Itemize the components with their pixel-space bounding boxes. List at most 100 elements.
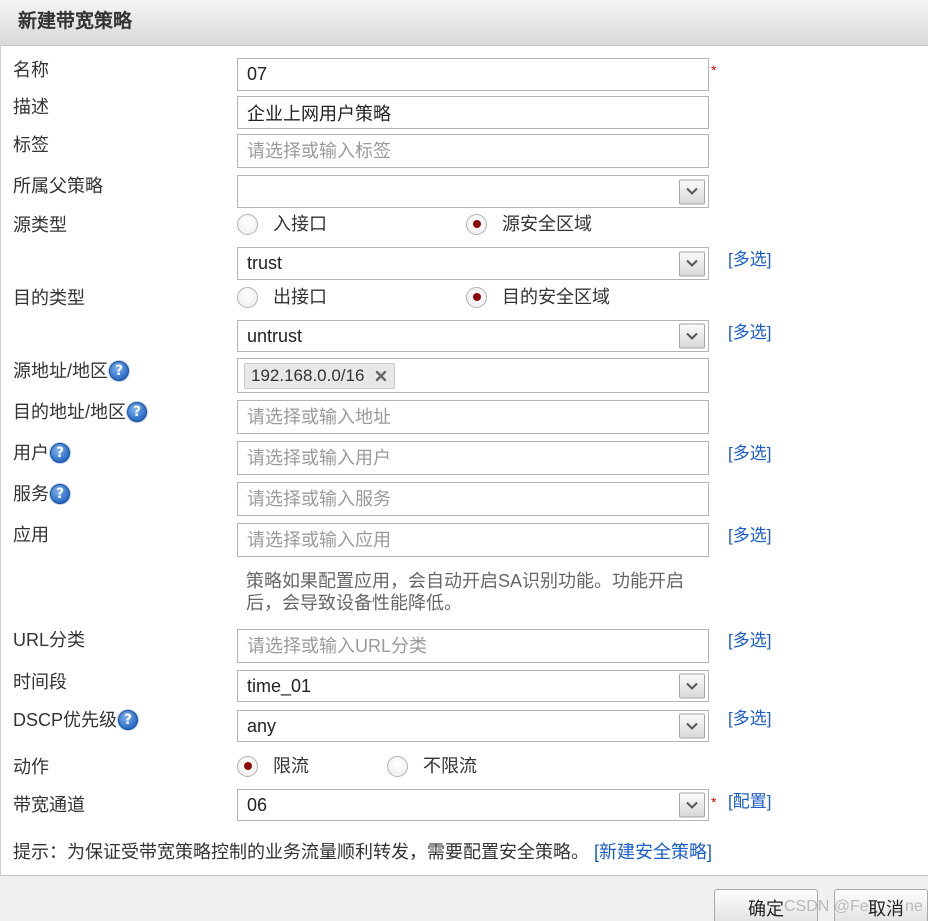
label-dscp: DSCP优先级 <box>13 709 139 731</box>
label-schedule: 时间段 <box>13 671 67 693</box>
radio-label: 目的安全区域 <box>502 287 610 307</box>
label-text: DSCP优先级 <box>13 710 118 730</box>
dest-address-input[interactable] <box>237 400 709 434</box>
label-tags: 标签 <box>13 134 49 156</box>
select-value: time_01 <box>247 675 312 696</box>
parent-policy-select[interactable] <box>237 175 709 208</box>
application-input[interactable] <box>237 523 709 557</box>
chevron-down-icon <box>686 801 698 809</box>
security-policy-notice: 提示：为保证受带宽策略控制的业务流量顺利转发，需要配置安全策略。 [新建安全策略… <box>13 841 712 863</box>
application-multi-select-link[interactable]: [多选] <box>728 525 771 547</box>
label-text: 时间段 <box>13 672 67 692</box>
new-bandwidth-policy-dialog: 新建带宽策略 名称 * 描述 标签 所属父策略 源类型 入接口 源安全区域 tr… <box>0 0 928 921</box>
radio-option-source-zone[interactable]: 源安全区域 <box>466 213 592 235</box>
label-text: 服务 <box>13 484 49 504</box>
dscp-multi-select-link[interactable]: [多选] <box>728 708 771 730</box>
radio-option-egress-interface[interactable]: 出接口 <box>237 286 327 308</box>
label-text: 动作 <box>13 757 49 777</box>
radio-option-rate-limit[interactable]: 限流 <box>237 755 309 777</box>
label-text: 应用 <box>13 525 49 545</box>
label-dest-address: 目的地址/地区 <box>13 401 148 423</box>
dialog-titlebar: 新建带宽策略 <box>0 0 928 46</box>
tags-input[interactable] <box>237 134 709 168</box>
radio-button[interactable] <box>237 286 258 308</box>
dropdown-arrow-button[interactable] <box>679 179 705 204</box>
application-hint: 策略如果配置应用，会自动开启SA识别功能。功能开启后，会导致设备性能降低。 <box>246 571 685 613</box>
radio-option-dest-zone[interactable]: 目的安全区域 <box>466 286 610 308</box>
label-url-category: URL分类 <box>13 629 85 651</box>
label-parent-policy: 所属父策略 <box>13 175 103 197</box>
source-zone-multi-select-link[interactable]: [多选] <box>728 249 771 271</box>
user-multi-select-link[interactable]: [多选] <box>728 443 771 465</box>
address-tag-text: 192.168.0.0/16 <box>251 365 365 385</box>
radio-label: 出接口 <box>273 287 327 307</box>
help-icon[interactable] <box>50 484 70 504</box>
radio-label: 源安全区域 <box>502 214 592 234</box>
cancel-button[interactable]: 取消 <box>834 889 928 921</box>
source-address-input[interactable]: 192.168.0.0/16 <box>237 358 709 393</box>
label-source-address: 源地址/地区 <box>13 360 130 382</box>
url-category-input[interactable] <box>237 629 709 663</box>
chevron-down-icon <box>686 332 698 340</box>
label-name: 名称 <box>13 59 49 81</box>
radio-button[interactable] <box>466 286 487 308</box>
label-user: 用户 <box>13 442 70 464</box>
bandwidth-channel-select[interactable]: 06 <box>237 789 709 821</box>
dest-zone-multi-select-link[interactable]: [多选] <box>728 322 771 344</box>
user-input[interactable] <box>237 441 709 475</box>
label-text: 标签 <box>13 135 49 155</box>
name-input[interactable] <box>237 58 709 91</box>
label-text: 带宽通道 <box>13 795 85 815</box>
radio-button[interactable] <box>237 755 258 777</box>
radio-button[interactable] <box>237 213 258 235</box>
label-text: 目的地址/地区 <box>13 402 127 422</box>
ok-button[interactable]: 确定 <box>714 889 818 921</box>
help-icon[interactable] <box>118 710 139 730</box>
label-bandwidth-channel: 带宽通道 <box>13 794 85 816</box>
notice-text: 提示：为保证受带宽策略控制的业务流量顺利转发，需要配置安全策略。 <box>13 842 589 862</box>
description-input[interactable] <box>237 96 709 129</box>
remove-tag-icon[interactable] <box>375 370 387 382</box>
dropdown-arrow-button[interactable] <box>679 323 705 349</box>
chevron-down-icon <box>686 259 698 267</box>
chevron-down-icon <box>686 682 698 690</box>
radio-button[interactable] <box>387 755 408 777</box>
label-source-type: 源类型 <box>13 214 67 236</box>
dest-zone-select[interactable]: untrust <box>237 320 709 352</box>
dropdown-arrow-button[interactable] <box>679 713 705 739</box>
dscp-select[interactable]: any <box>237 710 709 742</box>
dropdown-arrow-button[interactable] <box>679 673 705 699</box>
new-security-policy-link[interactable]: [新建安全策略] <box>594 842 712 862</box>
dropdown-arrow-button[interactable] <box>679 792 705 818</box>
radio-option-no-limit[interactable]: 不限流 <box>387 755 477 777</box>
label-text: 用户 <box>13 443 49 463</box>
label-text: 源地址/地区 <box>13 361 109 381</box>
help-icon[interactable] <box>50 443 70 463</box>
dropdown-arrow-button[interactable] <box>679 251 705 276</box>
chevron-down-icon <box>686 187 698 195</box>
label-description: 描述 <box>13 96 49 118</box>
label-text: URL分类 <box>13 630 86 650</box>
label-dest-type: 目的类型 <box>13 287 85 309</box>
radio-option-ingress-interface[interactable]: 入接口 <box>237 213 327 235</box>
bandwidth-channel-config-link[interactable]: [配置] <box>728 791 771 813</box>
label-service: 服务 <box>13 483 70 505</box>
schedule-select[interactable]: time_01 <box>237 670 709 702</box>
label-text: 名称 <box>13 60 49 80</box>
address-tag: 192.168.0.0/16 <box>244 362 396 389</box>
label-text: 描述 <box>13 97 49 117</box>
radio-label: 限流 <box>273 756 309 776</box>
label-text: 源类型 <box>13 215 67 235</box>
source-zone-select[interactable]: trust <box>237 247 709 280</box>
help-icon[interactable] <box>127 402 148 422</box>
url-category-multi-select-link[interactable]: [多选] <box>728 630 771 652</box>
label-text: 所属父策略 <box>13 176 103 196</box>
radio-label: 入接口 <box>273 214 327 234</box>
radio-label: 不限流 <box>423 756 477 776</box>
service-input[interactable] <box>237 482 709 516</box>
bandwidth-channel-required-mark: * <box>711 794 717 810</box>
radio-button[interactable] <box>466 213 487 235</box>
label-text: 目的类型 <box>13 288 85 308</box>
help-icon[interactable] <box>109 361 130 381</box>
dialog-title: 新建带宽策略 <box>18 11 133 32</box>
